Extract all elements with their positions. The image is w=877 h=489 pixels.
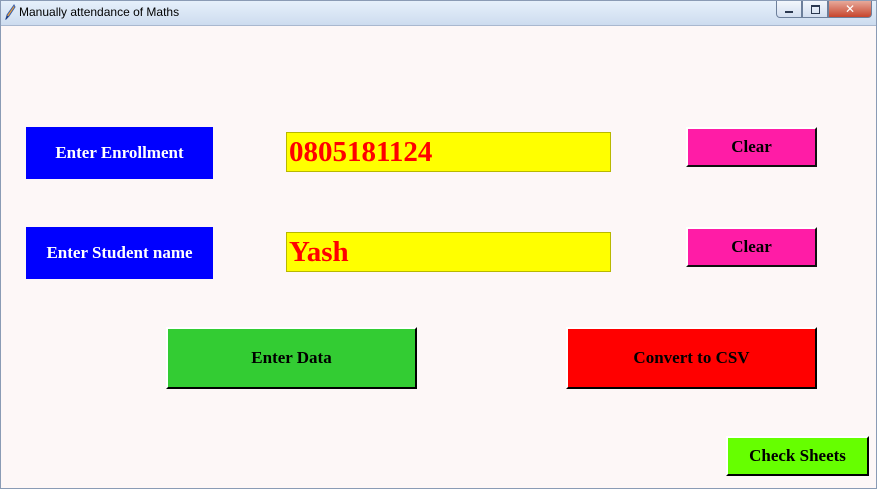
close-icon: ✕: [844, 2, 856, 16]
clear-student-name-button[interactable]: Clear: [686, 227, 817, 267]
student-name-label: Enter Student name: [26, 227, 213, 279]
student-name-input[interactable]: [286, 232, 611, 272]
close-button[interactable]: ✕: [828, 1, 872, 18]
enrollment-label: Enter Enrollment: [26, 127, 213, 179]
minimize-button[interactable]: [776, 1, 802, 18]
title-bar[interactable]: Manually attendance of Maths ✕: [1, 1, 876, 26]
clear-enrollment-button[interactable]: Clear: [686, 127, 817, 167]
feather-pen-icon: [5, 4, 16, 20]
maximize-button[interactable]: [802, 1, 828, 18]
window-title: Manually attendance of Maths: [19, 5, 180, 19]
enrollment-input[interactable]: [286, 132, 611, 172]
maximize-icon: [810, 4, 820, 14]
convert-to-csv-button[interactable]: Convert to CSV: [566, 327, 817, 389]
app-window: Manually attendance of Maths ✕ Enter Enr…: [0, 0, 877, 489]
window-controls: ✕: [776, 1, 872, 19]
check-sheets-button[interactable]: Check Sheets: [726, 436, 869, 476]
minimize-icon: [785, 10, 793, 13]
enter-data-button[interactable]: Enter Data: [166, 327, 417, 389]
